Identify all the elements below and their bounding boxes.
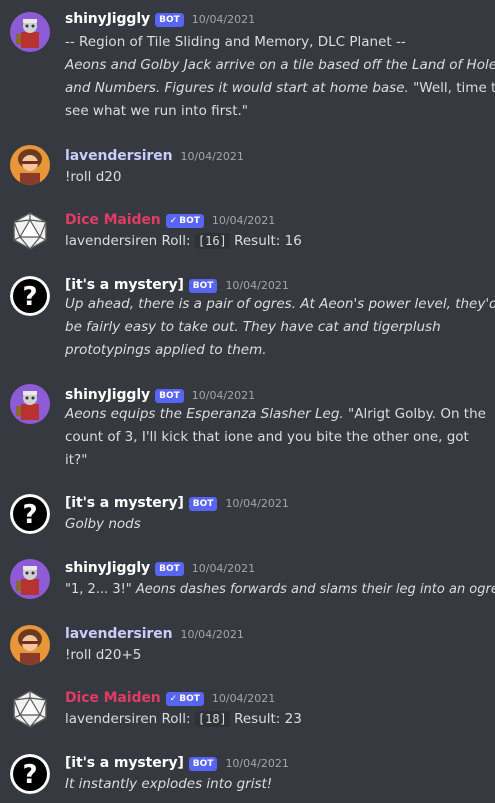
username[interactable]: lavendersiren <box>65 626 173 642</box>
roll-prefix: lavendersiren Roll: <box>65 233 191 249</box>
text-segment: prototypings applied to them. <box>65 342 267 358</box>
bot-badge: BOT <box>155 562 184 576</box>
checkmark-icon: ✓ <box>169 216 178 226</box>
message-content: lavendersiren Roll: [18] Result: 23 <box>65 708 485 731</box>
dice-code: [16] <box>194 233 230 249</box>
svg-text:?: ? <box>22 760 37 790</box>
message-content: !roll d20 <box>65 166 485 189</box>
username[interactable]: [it's a mystery] <box>65 755 184 771</box>
question-mark-icon: ? <box>10 754 50 794</box>
text-segment: Aeons equips the Esperanza Slasher Leg. <box>65 406 344 422</box>
d20-icon <box>13 690 47 728</box>
text-segment: Aeons and Golby Jack arrive on a tile ba… <box>65 57 495 73</box>
avatar-mystery[interactable]: ? <box>10 754 50 794</box>
message-content: "1, 2... 3!" Aeons dashes forwards and s… <box>65 578 495 601</box>
avatar-mystery[interactable]: ? <box>10 276 50 316</box>
roll-result: Result: 23 <box>234 711 302 727</box>
username[interactable]: shinyJiggly <box>65 11 150 27</box>
dice-code: [18] <box>194 711 230 727</box>
chat-message-list: shinyJiggly BOT 10/04/2021 -- Region of Ti… <box>0 0 495 803</box>
text-segment: "Well, time to <box>413 80 495 96</box>
timestamp: 10/04/2021 <box>225 757 289 770</box>
text-segment: and Numbers. Figures it would start at h… <box>65 80 409 96</box>
message-content: !roll d20+5 <box>65 644 485 667</box>
text-segment: Aeons dashes forwards and slams their le… <box>131 582 495 597</box>
bot-badge: BOT <box>188 497 218 511</box>
timestamp: 10/04/2021 <box>180 150 244 163</box>
bot-badge: BOT <box>188 279 218 293</box>
text-segment: be fairly easy to take out. They have ca… <box>65 319 441 335</box>
text-segment: !roll d20+5 <box>65 647 142 663</box>
username[interactable]: shinyJiggly <box>65 560 150 576</box>
message-content: Aeons equips the Esperanza Slasher Leg. … <box>65 403 486 472</box>
badge-label: BOT <box>179 694 200 704</box>
text-segment: "Alrigt Golby. On the <box>343 406 486 422</box>
timestamp: 10/04/2021 <box>191 562 256 575</box>
roll-prefix: lavendersiren Roll: <box>65 711 191 727</box>
timestamp: 10/04/2021 <box>225 497 289 510</box>
bot-badge: BOT <box>188 757 218 771</box>
bot-badge: BOT <box>155 13 184 27</box>
question-mark-icon: ? <box>10 494 50 534</box>
avatar-shinyjiggly[interactable] <box>10 559 50 599</box>
avatar-dice-maiden[interactable] <box>10 689 50 729</box>
text-segment: it?" <box>65 452 88 468</box>
message-content: -- Region of Tile Sliding and Memory, DL… <box>65 31 495 123</box>
badge-label: BOT <box>179 216 200 226</box>
message-content: lavendersiren Roll: [16] Result: 16 <box>65 230 485 253</box>
text-segment: count of 3, I'll kick that ione and you … <box>65 429 469 445</box>
timestamp: 10/04/2021 <box>225 279 289 292</box>
verified-bot-badge: ✓ BOT <box>165 214 204 228</box>
svg-text:?: ? <box>22 500 37 530</box>
timestamp: 10/04/2021 <box>211 214 276 227</box>
username[interactable]: Dice Maiden <box>65 212 161 228</box>
timestamp: 10/04/2021 <box>211 692 276 705</box>
avatar-mystery[interactable]: ? <box>10 494 50 534</box>
d20-icon <box>13 212 47 250</box>
message-content: Golby nods <box>65 513 485 536</box>
avatar-shinyjiggly[interactable] <box>10 12 50 52</box>
avatar-lavendersiren[interactable] <box>10 145 50 185</box>
question-mark-icon: ? <box>10 276 50 316</box>
username[interactable]: lavendersiren <box>65 148 173 164</box>
timestamp: 10/04/2021 <box>180 628 244 641</box>
avatar-shinyjiggly[interactable] <box>10 384 50 424</box>
timestamp: 10/04/2021 <box>191 389 256 402</box>
avatar-lavendersiren[interactable] <box>10 625 50 665</box>
username[interactable]: [it's a mystery] <box>65 277 184 293</box>
text-segment: !roll d20 <box>65 169 122 185</box>
text-segment: -- Region of Tile Sliding and Memory, DL… <box>65 34 406 50</box>
message-content: It instantly explodes into grist! <box>65 773 485 796</box>
avatar-dice-maiden[interactable] <box>10 211 50 251</box>
username[interactable]: [it's a mystery] <box>65 495 184 511</box>
text-segment: It instantly explodes into grist! <box>65 776 273 792</box>
text-segment: see what we run into first." <box>65 103 249 119</box>
text-segment: "1, 2... 3!" <box>65 582 132 597</box>
text-segment: Up ahead, there is a pair of ogres. At A… <box>65 296 495 312</box>
roll-result: Result: 16 <box>234 233 302 249</box>
timestamp: 10/04/2021 <box>191 13 256 26</box>
verified-bot-badge: ✓ BOT <box>165 692 204 706</box>
svg-text:?: ? <box>22 282 37 312</box>
checkmark-icon: ✓ <box>169 694 178 704</box>
username[interactable]: Dice Maiden <box>65 690 161 706</box>
message-content: Up ahead, there is a pair of ogres. At A… <box>65 293 495 362</box>
username[interactable]: shinyJiggly <box>65 387 150 403</box>
bot-badge: BOT <box>155 389 184 403</box>
text-segment: Golby nods <box>65 516 141 532</box>
